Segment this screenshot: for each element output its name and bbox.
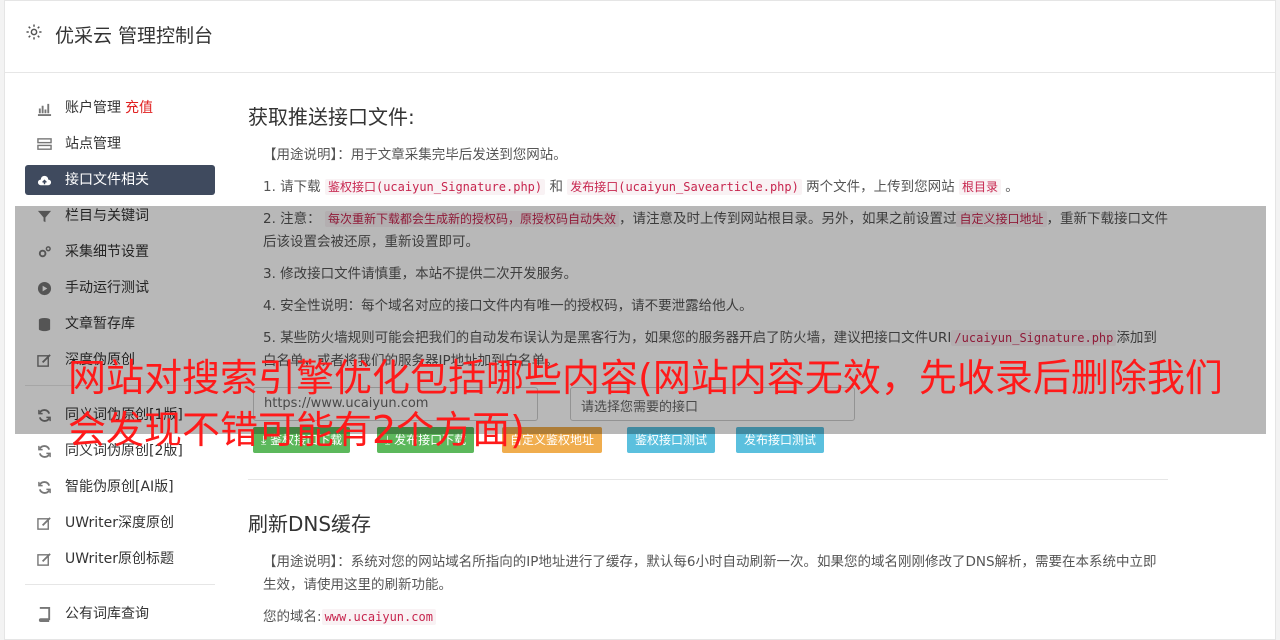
recharge-link[interactable]: 充值	[125, 100, 153, 116]
sidebar-item-public-lexicon[interactable]: 公有词库查询	[25, 599, 215, 629]
console-title: 优采云 管理控制台	[55, 25, 214, 47]
sidebar-item-account[interactable]: 账户管理 充值	[25, 93, 215, 123]
usage-label: 【用途说明】	[263, 554, 338, 570]
server-icon	[37, 138, 52, 150]
usage-label: 【用途说明】	[263, 147, 338, 163]
sidebar-item-uwriter-title[interactable]: UWriter原创标题	[25, 544, 215, 574]
sidebar-item-label: 智能伪原创[AI版]	[65, 479, 174, 495]
edit-icon	[37, 553, 51, 566]
sidebar-item-label: 公有词库查询	[65, 606, 149, 622]
code-savearticle: 发布接口(ucaiyun_Savearticle.php)	[567, 179, 802, 195]
top-bar: 优采云 管理控制台	[5, 1, 1275, 73]
code-root: 根目录	[958, 179, 1001, 195]
sidebar-item-label: 账户管理	[65, 100, 121, 116]
refresh-icon	[38, 481, 51, 494]
section-title-interface: 获取推送接口文件:	[248, 105, 415, 129]
sidebar-item-label: 接口文件相关	[65, 172, 149, 188]
dns-usage-note: 【用途说明】：系统对您的网站域名所指向的IP地址进行了缓存，默认每6小时自动刷新…	[263, 551, 1168, 597]
refresh-icon	[38, 445, 51, 458]
usage-text: ：系统对您的网站域名所指向的IP地址进行了缓存，默认每6小时自动刷新一次。如果您…	[263, 554, 1157, 593]
bar-chart-icon	[37, 103, 52, 116]
cloud-upload-icon	[37, 175, 52, 186]
sidebar-item-label: 站点管理	[65, 136, 121, 152]
code-signature: 鉴权接口(ucaiyun_Signature.php)	[324, 179, 546, 195]
sidebar-item-interface-files[interactable]: 接口文件相关	[25, 165, 215, 195]
gear-icon[interactable]	[25, 23, 43, 41]
sidebar-item-label: UWriter深度原创	[65, 515, 174, 531]
usage-text: ：用于文章采集完毕后发送到您网站。	[337, 147, 567, 163]
sidebar-item-ai-rewrite[interactable]: 智能伪原创[AI版]	[25, 472, 215, 502]
overlay-headline: 网站对搜索引擎优化包括哪些内容(网站内容无效，先收录后删除我们会发现不错可能有2…	[68, 356, 1223, 452]
sidebar-item-sites[interactable]: 站点管理	[25, 129, 215, 159]
text: 和	[549, 179, 563, 195]
domain-label: 您的域名:	[263, 609, 322, 625]
text: 1. 请下载	[263, 179, 321, 195]
usage-note: 【用途说明】：用于文章采集完毕后发送到您网站。	[263, 144, 1168, 167]
book-icon	[38, 607, 51, 622]
section-title-dns: 刷新DNS缓存	[248, 512, 372, 536]
section-divider	[248, 479, 1168, 480]
domain-value: www.ucaiyun.com	[321, 609, 436, 625]
domain-row: 您的域名: www.ucaiyun.com	[263, 606, 1168, 629]
text: 。	[1005, 179, 1019, 195]
instruction-1: 1. 请下载 鉴权接口(ucaiyun_Signature.php) 和 发布接…	[263, 176, 1168, 199]
sidebar-item-uwriter-deep[interactable]: UWriter深度原创	[25, 508, 215, 538]
sidebar-item-label: UWriter原创标题	[65, 551, 174, 567]
sidebar-divider	[25, 584, 215, 585]
edit-icon	[37, 517, 51, 530]
text: 两个文件，上传到您网站	[806, 179, 955, 195]
